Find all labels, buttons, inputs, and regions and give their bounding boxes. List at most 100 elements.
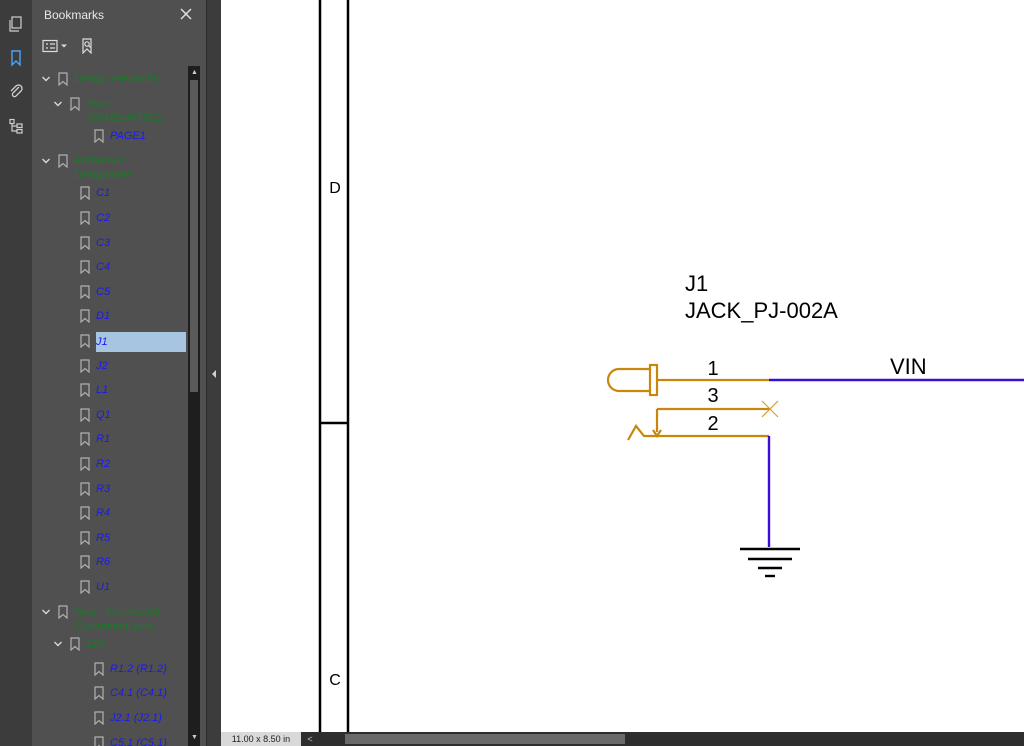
bookmark-label: D1 (96, 310, 111, 323)
find-current-bookmark-icon[interactable] (80, 36, 96, 56)
jack-sleeve (627, 424, 657, 441)
bookmark-item[interactable]: Design Hierarchy (32, 70, 188, 90)
jack-symbol (606, 363, 769, 441)
bookmark-item[interactable]: C4.1 (C4.1) (32, 684, 188, 704)
bookmark-icon (80, 383, 90, 398)
zone-label-d: D (329, 180, 341, 197)
bookmark-item[interactable]: C2 (32, 209, 188, 229)
bookmark-label: Design Hierarchy (74, 73, 159, 85)
bookmark-icon (94, 662, 104, 677)
scroll-left-icon[interactable]: < (303, 732, 317, 746)
bookmark-label: C1 (96, 187, 111, 200)
bookmark-item[interactable]: Q1 (32, 406, 188, 426)
bookmark-label: C5.1 (C5.1) (110, 736, 167, 746)
panel-collapse-strip[interactable] (206, 0, 221, 746)
bookmark-icon (80, 260, 90, 275)
jack-plug-body (606, 367, 650, 393)
bookmark-item[interactable]: C5.1 (C5.1) (32, 734, 188, 746)
bookmark-item[interactable]: 12V (32, 635, 188, 655)
bookmark-icon (94, 735, 104, 746)
bookmark-icon (80, 481, 90, 496)
bookmark-icon (80, 285, 90, 300)
scroll-down-icon[interactable]: ▼ (191, 734, 198, 741)
pin1-number: 1 (707, 358, 718, 380)
bookmark-item[interactable]: Reference Designators (32, 152, 188, 181)
bookmark-icon (80, 457, 90, 472)
horizontal-scroll-thumb[interactable] (345, 734, 625, 744)
zone-label-c: C (329, 672, 341, 689)
bookmarks-icon[interactable] (4, 46, 28, 70)
part-label: JACK_PJ-002A (685, 298, 838, 323)
bookmark-icon (80, 186, 90, 201)
bookmark-item[interactable]: R5 (32, 529, 188, 549)
chevron-down-icon[interactable] (52, 638, 64, 650)
page-size-readout[interactable]: 11.00 x 8.50 in (221, 732, 301, 746)
bookmark-label: R5 (96, 531, 111, 544)
bookmark-item[interactable]: R4 (32, 504, 188, 524)
bookmark-item[interactable]: C4 (32, 258, 188, 278)
bookmark-item[interactable]: D1 (32, 307, 188, 327)
bookmarks-scrollbar[interactable]: ▲ ▼ (188, 66, 200, 746)
bookmark-label: J1 (96, 332, 186, 352)
bookmark-label: PAGE1 (110, 130, 146, 143)
bookmark-icon (80, 334, 90, 349)
scroll-up-icon[interactable]: ▲ (191, 69, 198, 76)
bookmark-icon (80, 506, 90, 521)
bookmark-icon (58, 604, 68, 619)
bookmark-label: C4 (96, 261, 111, 274)
bookmark-item[interactable]: C5 (32, 283, 188, 303)
bookmark-item[interactable]: R2 (32, 455, 188, 475)
bookmark-icon (80, 309, 90, 324)
attachments-icon[interactable] (4, 79, 28, 103)
chevron-down-icon[interactable] (40, 606, 52, 618)
chevron-down-icon[interactable] (52, 98, 64, 110)
bookmark-item[interactable]: J1 (32, 332, 188, 352)
bookmark-item[interactable]: J2.1 (J2.1) (32, 709, 188, 729)
bookmarks-toolbar (32, 30, 206, 62)
bookmark-label: J2 (96, 359, 108, 372)
bookmark-icon (80, 408, 90, 423)
bookmark-icon (94, 686, 104, 701)
bookmark-icon (94, 129, 104, 144)
bookmark-label: C2 (96, 212, 111, 224)
schematic-page: D C J1 JACK_PJ-002A 1 3 2 VIN (318, 0, 1024, 732)
bookmark-label: Root (SCHEMATIC1) (86, 97, 164, 124)
bookmark-item[interactable]: Root (SCHEMATIC1) (32, 95, 188, 124)
bookmark-item[interactable]: PAGE1 (32, 127, 188, 147)
chevron-down-icon[interactable] (40, 155, 52, 167)
bookmark-label: R1 (96, 433, 111, 446)
pages-icon[interactable] (4, 12, 28, 36)
bookmark-item[interactable]: R3 (32, 480, 188, 500)
status-bar: 11.00 x 8.50 in < (221, 732, 1024, 746)
pin2-number: 2 (707, 413, 718, 435)
scroll-thumb[interactable] (190, 80, 198, 392)
bookmark-label: L1 (96, 384, 109, 397)
net-label-vin: VIN (890, 354, 927, 379)
bookmark-icon (58, 72, 68, 87)
bookmark-item[interactable]: Nets - Connected Component pins (32, 603, 188, 632)
bookmark-item[interactable]: R1.2 (R1.2) (32, 660, 188, 680)
bookmark-item[interactable]: R6 (32, 553, 188, 573)
wires (767, 378, 1024, 547)
bookmarks-panel: Bookmarks Design Hierarchy Root (SCHEMATI… (32, 0, 206, 746)
layers-icon[interactable] (4, 114, 28, 138)
bookmark-item[interactable]: J2 (32, 357, 188, 377)
tools-rail (0, 0, 33, 746)
close-icon[interactable] (177, 5, 195, 23)
chevron-down-icon[interactable] (40, 73, 52, 85)
bookmark-icon (80, 432, 90, 447)
collapse-arrow-icon[interactable] (210, 366, 218, 384)
bookmark-item[interactable]: R1 (32, 430, 188, 450)
bookmark-label: Nets - Connected Component pins (74, 605, 160, 632)
bookmark-label: R3 (96, 482, 111, 495)
bookmark-item[interactable]: U1 (32, 578, 188, 598)
bookmark-tree: Design Hierarchy Root (SCHEMATIC1) PAGE1 Re… (32, 66, 188, 746)
bookmark-item[interactable]: C3 (32, 234, 188, 254)
bookmark-item[interactable]: L1 (32, 381, 188, 401)
document-view[interactable]: D C J1 JACK_PJ-002A 1 3 2 VIN (221, 0, 1024, 732)
bookmark-icon (70, 637, 80, 652)
bookmark-item[interactable]: C1 (32, 184, 188, 204)
jack-plug-ring (648, 363, 659, 397)
options-menu-icon[interactable] (42, 36, 70, 56)
bookmark-label: Reference Designators (74, 154, 133, 181)
